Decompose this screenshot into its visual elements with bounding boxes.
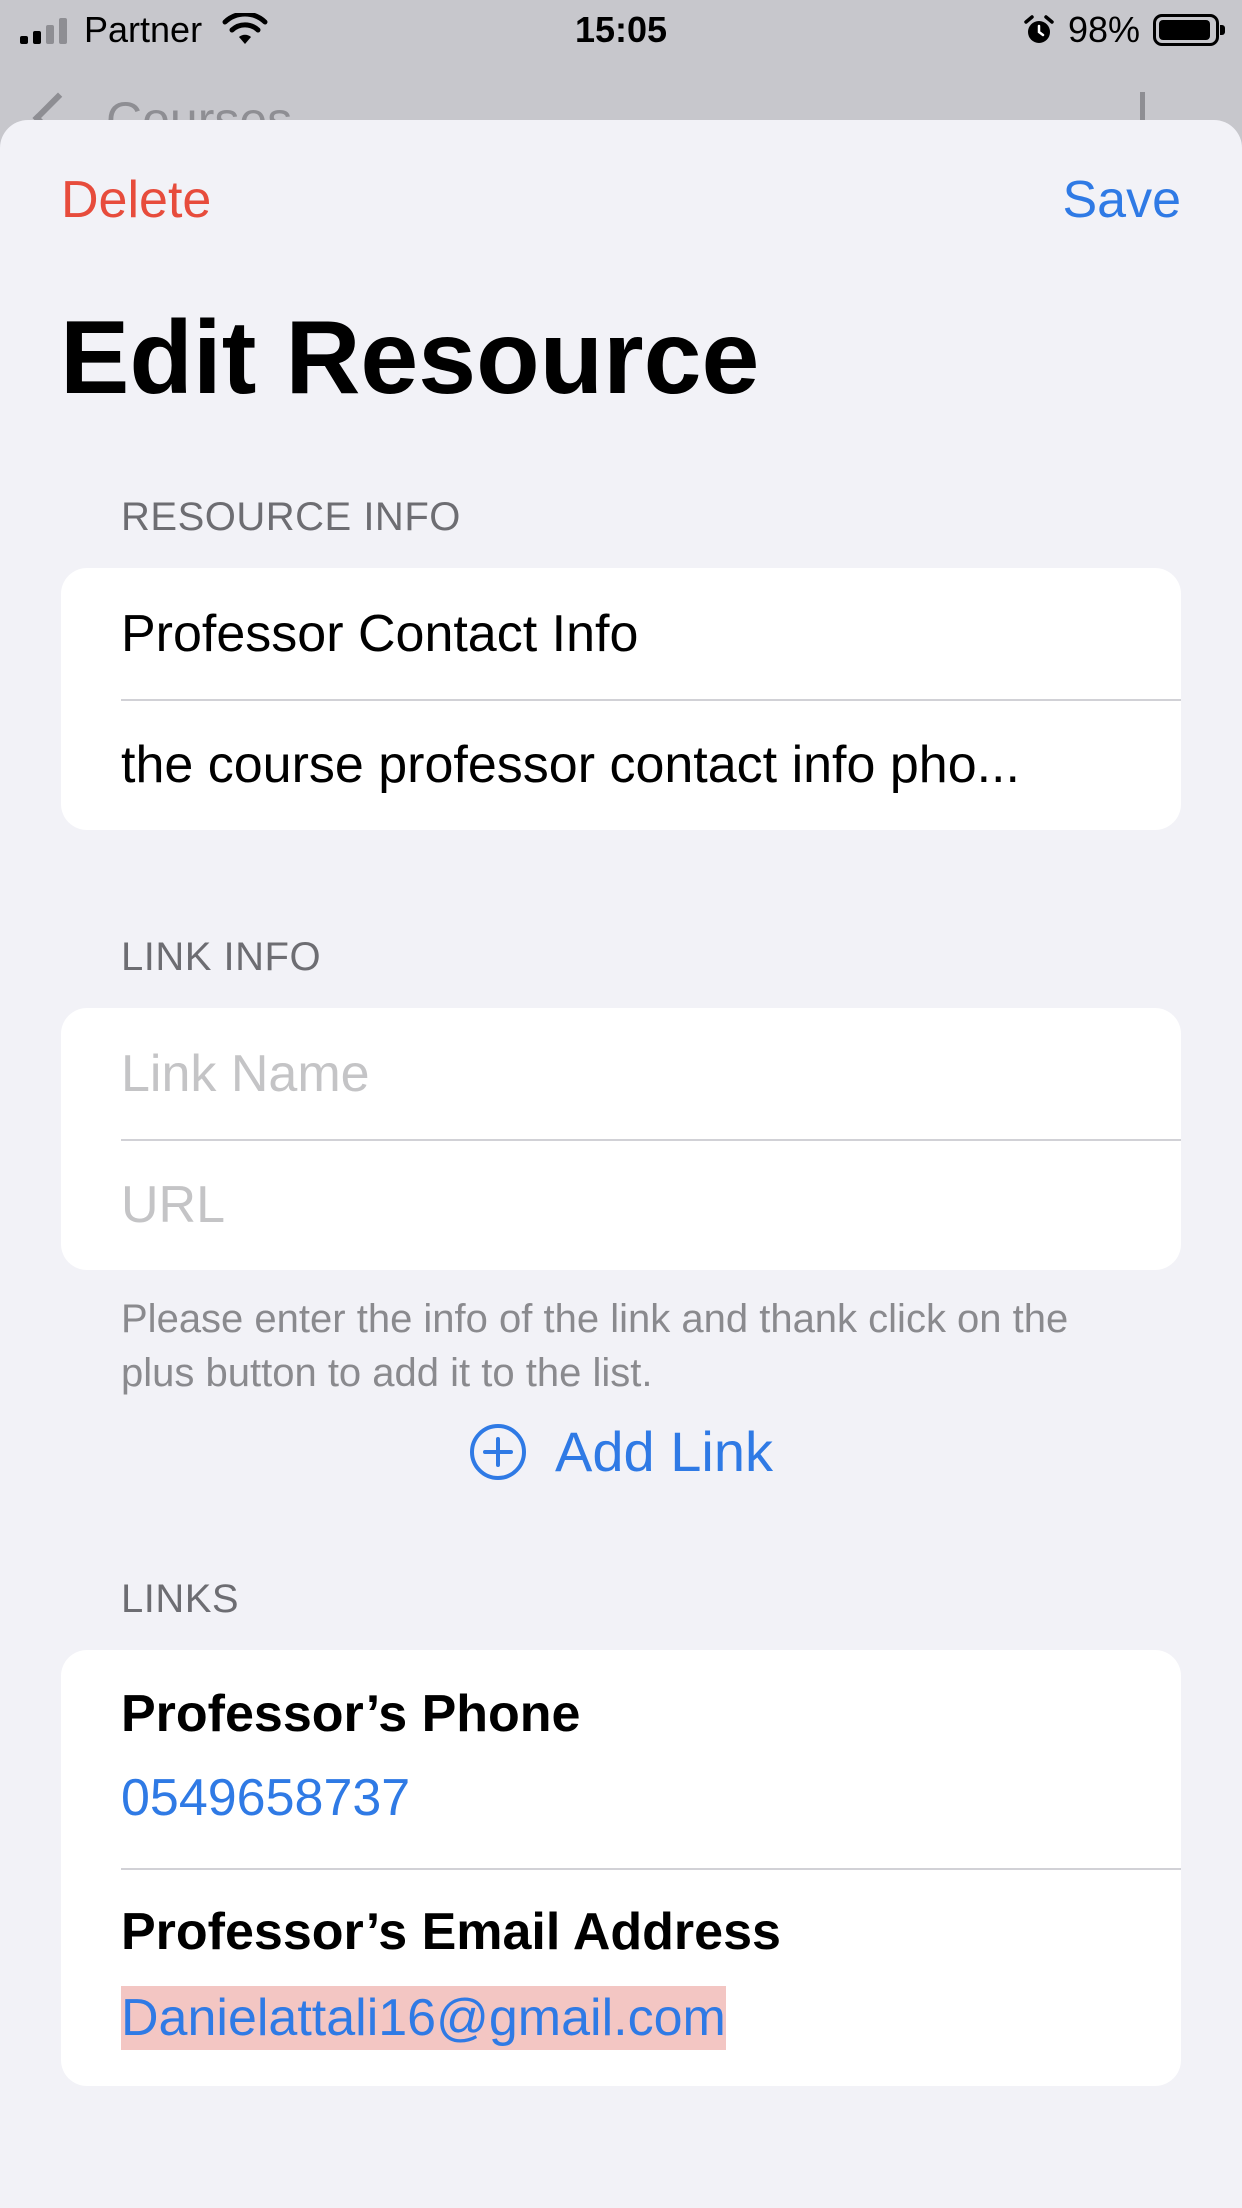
page-title: Edit Resource xyxy=(60,300,760,416)
resource-description-field[interactable]: the course professor contact info pho... xyxy=(61,699,1181,830)
resource-description-value: the course professor contact info pho... xyxy=(121,735,1020,794)
link-info-card: Link Name URL xyxy=(61,1008,1181,1270)
link-info-header: LINK INFO xyxy=(121,935,322,979)
links-header: LINKS xyxy=(121,1577,240,1621)
url-placeholder: URL xyxy=(121,1175,226,1234)
link-name-placeholder: Link Name xyxy=(121,1044,370,1103)
status-bar: Partner 15:05 98% xyxy=(0,0,1242,62)
link-item-title: Professor’s Phone xyxy=(121,1685,581,1743)
link-item-title: Professor’s Email Address xyxy=(121,1903,781,1961)
link-item-url[interactable]: Danielattali16@gmail.com xyxy=(121,1986,726,2050)
battery-icon xyxy=(1153,14,1225,46)
resource-info-card: Professor Contact Info the course profes… xyxy=(61,568,1181,830)
link-name-field[interactable]: Link Name xyxy=(61,1008,1181,1139)
add-link-button[interactable]: Add Link xyxy=(0,1420,1242,1484)
clock-time: 15:05 xyxy=(574,9,668,50)
url-field[interactable]: URL xyxy=(61,1139,1181,1270)
battery-percentage: 98% xyxy=(1068,9,1141,50)
links-card: Professor’s Phone 0549658737 Professor’s… xyxy=(61,1650,1181,2086)
edit-resource-sheet: Delete Save Edit Resource RESOURCE INFO … xyxy=(0,120,1242,2208)
save-button[interactable]: Save xyxy=(1062,170,1181,230)
plus-circle-icon xyxy=(470,1424,527,1480)
resource-name-field[interactable]: Professor Contact Info xyxy=(61,568,1181,699)
link-info-footer-note: Please enter the info of the link and th… xyxy=(121,1297,1069,1395)
link-item-url[interactable]: 0549658737 xyxy=(121,1768,410,1828)
add-link-label: Add Link xyxy=(555,1420,773,1483)
resource-name-value: Professor Contact Info xyxy=(121,604,639,663)
link-item-phone[interactable]: Professor’s Phone 0549658737 xyxy=(61,1650,1181,1868)
delete-button[interactable]: Delete xyxy=(61,170,211,230)
alarm-icon xyxy=(1024,15,1054,43)
resource-info-header: RESOURCE INFO xyxy=(121,495,461,539)
link-item-email[interactable]: Professor’s Email Address Danielattali16… xyxy=(61,1868,1181,2086)
